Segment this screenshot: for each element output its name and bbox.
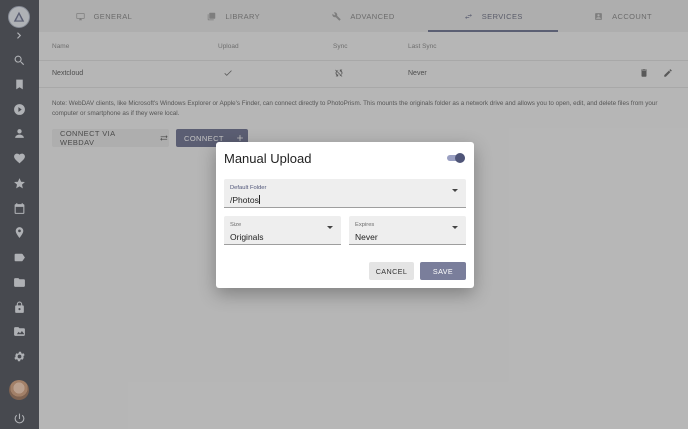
chevron-down-icon (452, 226, 458, 229)
chevron-down-icon (452, 189, 458, 192)
expires-select[interactable]: Expires Never (349, 216, 466, 245)
field-label: Expires (355, 222, 375, 228)
field-label: Size (230, 222, 242, 228)
field-label: Default Folder (230, 185, 267, 191)
manual-upload-dialog: Manual Upload Default Folder /Photos Siz… (216, 142, 474, 288)
field-value: /Photos (230, 195, 260, 205)
field-value: Never (355, 232, 378, 242)
chevron-down-icon (327, 226, 333, 229)
field-value: Originals (230, 232, 264, 242)
save-button[interactable]: SAVE (420, 262, 466, 280)
dialog-title: Manual Upload (224, 151, 312, 166)
default-folder-select[interactable]: Default Folder /Photos (224, 179, 466, 208)
enable-toggle[interactable] (447, 153, 465, 163)
toggle-knob (455, 153, 465, 163)
size-select[interactable]: Size Originals (224, 216, 341, 245)
cancel-button[interactable]: CANCEL (369, 262, 414, 280)
